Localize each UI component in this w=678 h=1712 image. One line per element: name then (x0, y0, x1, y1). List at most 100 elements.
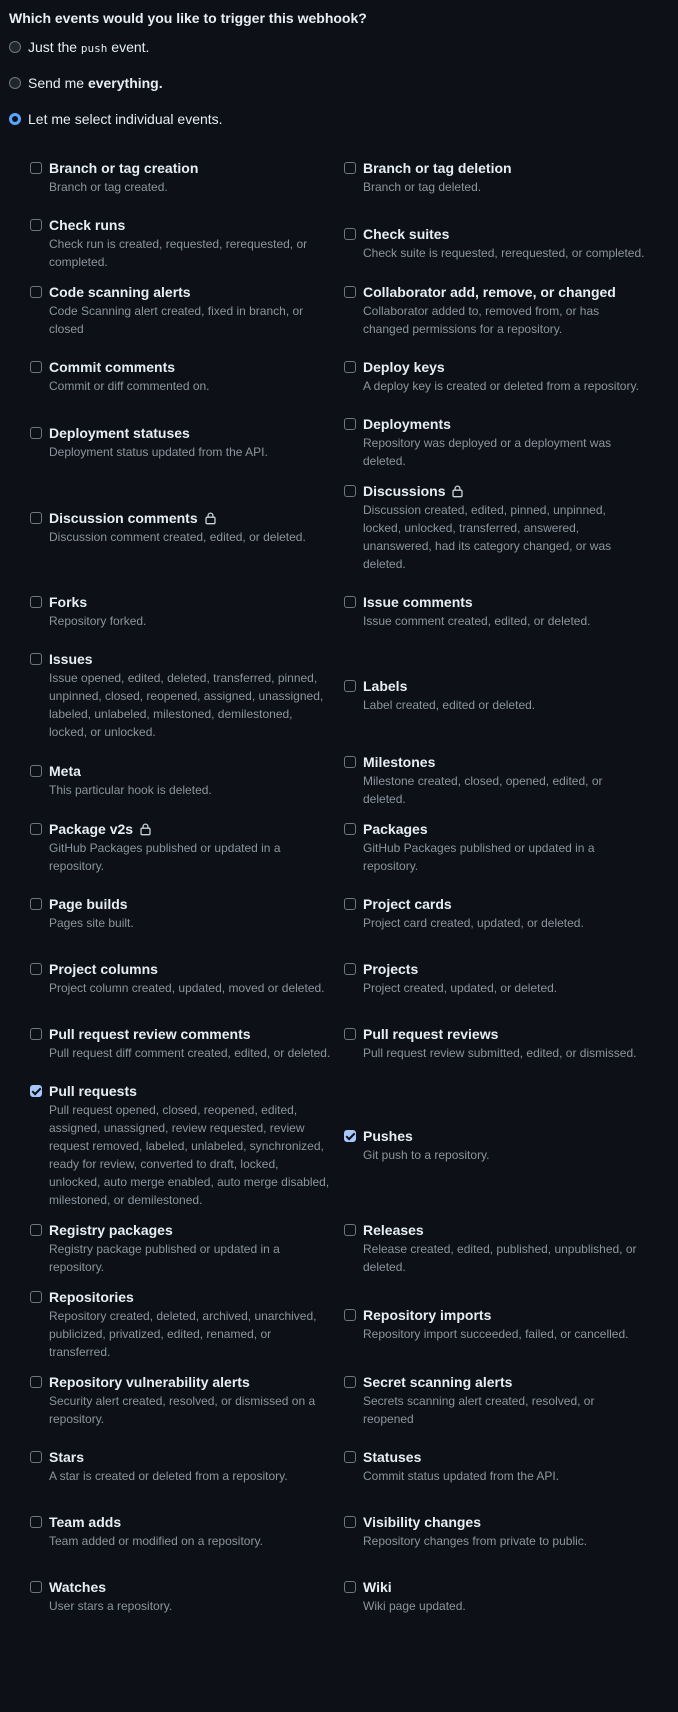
event-pull-request-reviews[interactable]: Pull request reviews Pull request review … (344, 1011, 658, 1076)
event-label[interactable]: Team adds Team added or modified on a rep… (30, 1513, 331, 1550)
event-secret-scanning-alerts[interactable]: Secret scanning alerts Secrets scanning a… (344, 1367, 658, 1434)
event-commit-comments[interactable]: Commit comments Commit or diff commented … (30, 344, 344, 409)
checkbox[interactable] (344, 680, 356, 692)
event-code-scanning-alerts[interactable]: Code scanning alerts Code Scanning alert … (30, 277, 344, 344)
checkbox[interactable] (344, 1516, 356, 1528)
event-label[interactable]: Code scanning alerts Code Scanning alert … (30, 283, 331, 338)
event-releases[interactable]: Releases Release created, edited, publish… (344, 1215, 658, 1282)
event-label[interactable]: Issues Issue opened, edited, deleted, tra… (30, 650, 331, 741)
event-label[interactable]: Commit comments Commit or diff commented … (30, 358, 331, 395)
event-statuses[interactable]: Statuses Commit status updated from the A… (344, 1434, 658, 1499)
event-packages[interactable]: Packages GitHub Packages published or upd… (344, 814, 658, 881)
checkbox[interactable] (30, 162, 42, 174)
event-label[interactable]: Repository vulnerability alerts Security … (30, 1373, 331, 1428)
checkbox[interactable] (30, 1291, 42, 1303)
checkbox[interactable] (30, 219, 42, 231)
radio-button[interactable] (9, 41, 21, 53)
event-label[interactable]: Watches User stars a repository. (30, 1578, 331, 1615)
event-deployments[interactable]: Deployments Repository was deployed or a … (344, 409, 658, 476)
event-label[interactable]: Secret scanning alerts Secrets scanning a… (344, 1373, 645, 1428)
event-label[interactable]: Wiki Wiki page updated. (344, 1578, 645, 1615)
event-label[interactable]: Projects Project created, updated, or del… (344, 960, 645, 997)
event-discussion-comments[interactable]: Discussion comments Discussion comment cr… (30, 476, 344, 579)
event-visibility-changes[interactable]: Visibility changes Repository changes fro… (344, 1499, 658, 1564)
event-label[interactable]: Pull request reviews Pull request review … (344, 1025, 645, 1062)
event-pull-request-review-comments[interactable]: Pull request review comments Pull request… (30, 1011, 344, 1076)
event-label[interactable]: Pull requests Pull request opened, closed… (30, 1082, 331, 1209)
checkbox[interactable] (344, 1309, 356, 1321)
checkbox[interactable] (30, 596, 42, 608)
event-label[interactable]: Branch or tag creation Branch or tag crea… (30, 159, 331, 196)
event-branch-or-tag-creation[interactable]: Branch or tag creation Branch or tag crea… (30, 145, 344, 210)
event-repositories[interactable]: Repositories Repository created, deleted,… (30, 1282, 344, 1367)
event-label[interactable]: Repository imports Repository import succ… (344, 1306, 645, 1343)
event-check-runs[interactable]: Check runs Check run is created, requeste… (30, 210, 344, 277)
event-package-v2s[interactable]: Package v2s GitHub Packages published or … (30, 814, 344, 881)
event-label[interactable]: Issue comments Issue comment created, edi… (344, 593, 645, 630)
checkbox[interactable] (30, 1085, 42, 1097)
checkbox[interactable] (344, 361, 356, 373)
event-label[interactable]: Branch or tag deletion Branch or tag dele… (344, 159, 645, 196)
checkbox[interactable] (30, 1224, 42, 1236)
event-check-suites[interactable]: Check suites Check suite is requested, re… (344, 210, 658, 277)
event-label[interactable]: Check runs Check run is created, requeste… (30, 216, 331, 271)
event-label[interactable]: Releases Release created, edited, publish… (344, 1221, 645, 1276)
event-label[interactable]: Discussion comments Discussion comment cr… (30, 509, 331, 546)
event-label[interactable]: Statuses Commit status updated from the A… (344, 1448, 645, 1485)
event-repository-imports[interactable]: Repository imports Repository import succ… (344, 1282, 658, 1367)
checkbox[interactable] (30, 512, 42, 524)
event-projects[interactable]: Projects Project created, updated, or del… (344, 946, 658, 1011)
event-collaborator-add-remove-or-changed[interactable]: Collaborator add, remove, or changed Coll… (344, 277, 658, 344)
checkbox[interactable] (344, 162, 356, 174)
event-label[interactable]: Milestones Milestone created, closed, ope… (344, 753, 645, 808)
event-stars[interactable]: Stars A star is created or deleted from a… (30, 1434, 344, 1499)
checkbox[interactable] (344, 823, 356, 835)
checkbox[interactable] (30, 361, 42, 373)
checkbox[interactable] (344, 1224, 356, 1236)
checkbox[interactable] (30, 1581, 42, 1593)
checkbox[interactable] (344, 1451, 356, 1463)
radio-select-individual[interactable]: Let me select individual events. (9, 109, 670, 129)
checkbox[interactable] (30, 963, 42, 975)
event-milestones[interactable]: Milestones Milestone created, closed, ope… (344, 747, 658, 814)
event-label[interactable]: Labels Label created, edited or deleted. (344, 677, 645, 714)
event-label[interactable]: Deployment statuses Deployment status upd… (30, 424, 331, 461)
checkbox[interactable] (344, 1376, 356, 1388)
event-repository-vulnerability-alerts[interactable]: Repository vulnerability alerts Security … (30, 1367, 344, 1434)
checkbox[interactable] (344, 898, 356, 910)
event-page-builds[interactable]: Page builds Pages site built. (30, 881, 344, 946)
event-label[interactable]: Pushes Git push to a repository. (344, 1127, 645, 1164)
checkbox[interactable] (30, 898, 42, 910)
radio-just-push[interactable]: Just the push event. (9, 37, 670, 57)
event-label[interactable]: Stars A star is created or deleted from a… (30, 1448, 331, 1485)
event-forks[interactable]: Forks Repository forked. (30, 579, 344, 644)
event-label[interactable]: Check suites Check suite is requested, re… (344, 225, 645, 262)
event-labels[interactable]: Labels Label created, edited or deleted. (344, 644, 658, 747)
event-label[interactable]: Project columns Project column created, u… (30, 960, 331, 997)
event-label[interactable]: Pull request review comments Pull request… (30, 1025, 331, 1062)
event-label[interactable]: Deploy keys A deploy key is created or de… (344, 358, 645, 395)
event-label[interactable]: Package v2s GitHub Packages published or … (30, 820, 331, 875)
event-label[interactable]: Repositories Repository created, deleted,… (30, 1288, 331, 1361)
checkbox[interactable] (344, 1581, 356, 1593)
checkbox[interactable] (344, 756, 356, 768)
event-issue-comments[interactable]: Issue comments Issue comment created, edi… (344, 579, 658, 644)
checkbox[interactable] (30, 286, 42, 298)
radio-send-everything[interactable]: Send me everything. (9, 73, 670, 93)
event-team-adds[interactable]: Team adds Team added or modified on a rep… (30, 1499, 344, 1564)
checkbox[interactable] (30, 1516, 42, 1528)
event-label[interactable]: Packages GitHub Packages published or upd… (344, 820, 645, 875)
event-label[interactable]: Collaborator add, remove, or changed Coll… (344, 283, 645, 338)
checkbox[interactable] (30, 1451, 42, 1463)
checkbox[interactable] (344, 963, 356, 975)
checkbox[interactable] (30, 765, 42, 777)
checkbox[interactable] (344, 1130, 356, 1142)
event-wiki[interactable]: Wiki Wiki page updated. (344, 1564, 658, 1629)
checkbox[interactable] (30, 653, 42, 665)
event-label[interactable]: Project cards Project card created, updat… (344, 895, 645, 932)
checkbox[interactable] (344, 286, 356, 298)
radio-button[interactable] (9, 77, 21, 89)
event-branch-or-tag-deletion[interactable]: Branch or tag deletion Branch or tag dele… (344, 145, 658, 210)
event-deploy-keys[interactable]: Deploy keys A deploy key is created or de… (344, 344, 658, 409)
event-watches[interactable]: Watches User stars a repository. (30, 1564, 344, 1629)
